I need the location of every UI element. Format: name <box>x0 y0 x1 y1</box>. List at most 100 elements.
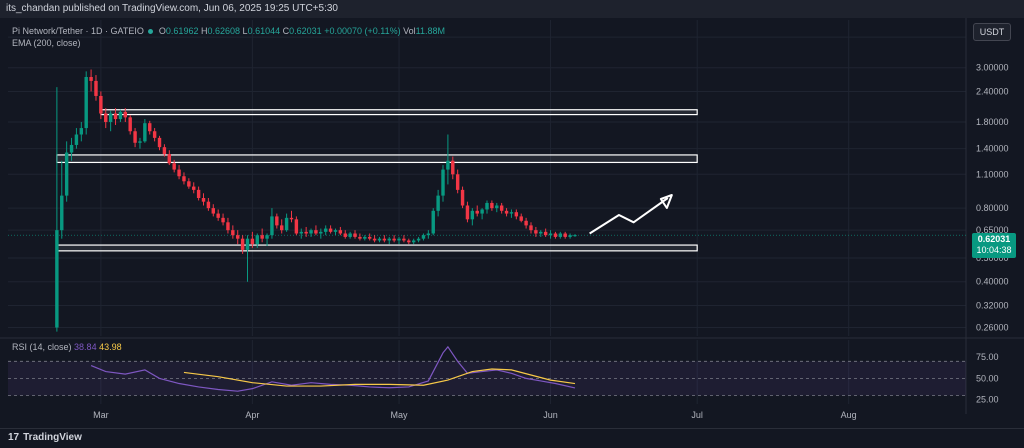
candle-body <box>128 117 132 132</box>
candle-body <box>240 238 245 250</box>
candle-body <box>60 195 64 231</box>
candle-body <box>416 238 421 241</box>
candle-body <box>485 202 489 210</box>
candle-body <box>387 238 391 241</box>
candle-body <box>323 228 328 232</box>
candle-body <box>372 238 377 241</box>
rsi-ma-value: 43.98 <box>99 342 122 352</box>
candle-body <box>182 176 186 182</box>
price-tick-label: 0.80000 <box>976 203 1009 213</box>
candle-body <box>108 113 113 122</box>
currency-button[interactable]: USDT <box>973 23 1011 41</box>
candle-body <box>167 154 172 164</box>
candle-body <box>382 238 387 241</box>
price-tick-label: 0.32000 <box>976 300 1009 310</box>
candle-body <box>245 238 250 250</box>
symbol-name: Pi Network/Tether · 1D · GATEIO <box>12 26 144 36</box>
candle-body <box>138 141 142 143</box>
candle-body <box>236 235 240 239</box>
candle-body <box>573 235 577 237</box>
price-tick-label: 1.40000 <box>976 144 1009 154</box>
price-chart[interactable]: 4.000003.000002.400001.800001.400001.100… <box>0 18 1024 428</box>
zone-box <box>56 244 698 252</box>
candle-body <box>206 201 211 209</box>
candle-body <box>426 233 431 236</box>
brand-name: TradingView <box>23 432 82 443</box>
candle-body <box>495 205 499 209</box>
candle-body <box>319 231 323 234</box>
price-tick-label: 0.40000 <box>976 277 1009 287</box>
candle-body <box>260 235 264 239</box>
candle-body <box>411 240 416 243</box>
candle-body <box>568 235 572 237</box>
open-value: 0.61962 <box>165 26 199 36</box>
tradingview-logo[interactable]: 17 TradingView <box>8 432 82 443</box>
ema-legend[interactable]: EMA (200, close) <box>12 38 81 48</box>
candle-body <box>172 163 176 170</box>
publisher-line: its_chandan published on TradingView.com… <box>6 3 338 14</box>
candle-body <box>314 230 318 234</box>
candle-body <box>455 174 460 190</box>
time-tick-label: Mar <box>93 410 109 420</box>
candle-body <box>563 233 567 237</box>
candle-body <box>294 219 299 234</box>
candle-body <box>284 217 289 231</box>
time-tick-label: May <box>391 410 409 420</box>
candle-body <box>231 230 235 236</box>
time-tick-label: Jun <box>543 410 558 420</box>
candle-body <box>157 137 162 148</box>
candle-body <box>353 233 357 237</box>
candle-body <box>451 160 455 175</box>
candle-body <box>113 113 118 120</box>
candle-body <box>226 222 230 231</box>
candle-body <box>309 230 313 234</box>
candle-body <box>553 233 558 237</box>
open-label: O <box>158 26 166 36</box>
candle-body <box>216 213 220 218</box>
candle-body <box>358 236 362 239</box>
candle-body <box>514 212 519 217</box>
candle-body <box>133 131 137 143</box>
candle-body <box>94 80 98 96</box>
candle-body <box>265 235 269 239</box>
candle-body <box>436 195 440 211</box>
rsi-legend[interactable]: RSI (14, close) 38.84 43.98 <box>12 342 122 352</box>
tradingview-logo-icon: 17 <box>8 432 20 443</box>
candle-body <box>499 205 504 211</box>
close-value: 0.62031 <box>289 26 322 36</box>
volume-label: Vol <box>403 26 416 36</box>
candle-body <box>275 216 279 226</box>
candle-body <box>421 235 426 239</box>
bar-countdown: 10:04:38 <box>976 245 1012 255</box>
publisher-bar: its_chandan published on TradingView.com… <box>0 0 1024 18</box>
rsi-tick-label: 50.00 <box>976 373 999 383</box>
last-price: 0.62031 <box>977 234 1011 244</box>
time-tick-label: Jul <box>691 410 703 420</box>
candle-body <box>402 238 406 241</box>
candle-body <box>152 131 157 138</box>
candle-body <box>74 134 79 145</box>
candle-body <box>441 169 445 196</box>
candle-body <box>490 202 494 209</box>
candle-body <box>519 216 523 221</box>
candle-body <box>333 230 338 232</box>
price-tick-label: 1.80000 <box>976 117 1009 127</box>
candle-body <box>465 205 470 220</box>
candle-body <box>509 212 514 214</box>
price-tick-label: 1.10000 <box>976 169 1009 179</box>
price-tick-label: 2.40000 <box>976 86 1009 96</box>
low-value: 0.61044 <box>247 26 281 36</box>
candle-body <box>504 210 509 214</box>
time-tick-label: Apr <box>245 410 259 420</box>
candle-body <box>363 236 367 239</box>
change-value: +0.00070 (+0.11%) <box>324 26 401 36</box>
price-tick-label: 3.00000 <box>976 63 1009 73</box>
candle-body <box>338 230 343 234</box>
candle-body <box>280 225 284 231</box>
candle-body <box>64 152 69 196</box>
candle-body <box>89 76 93 81</box>
candle-body <box>299 231 303 234</box>
candle-body <box>543 231 548 236</box>
candle-body <box>407 240 411 243</box>
footer: 17 TradingView <box>0 428 1024 448</box>
